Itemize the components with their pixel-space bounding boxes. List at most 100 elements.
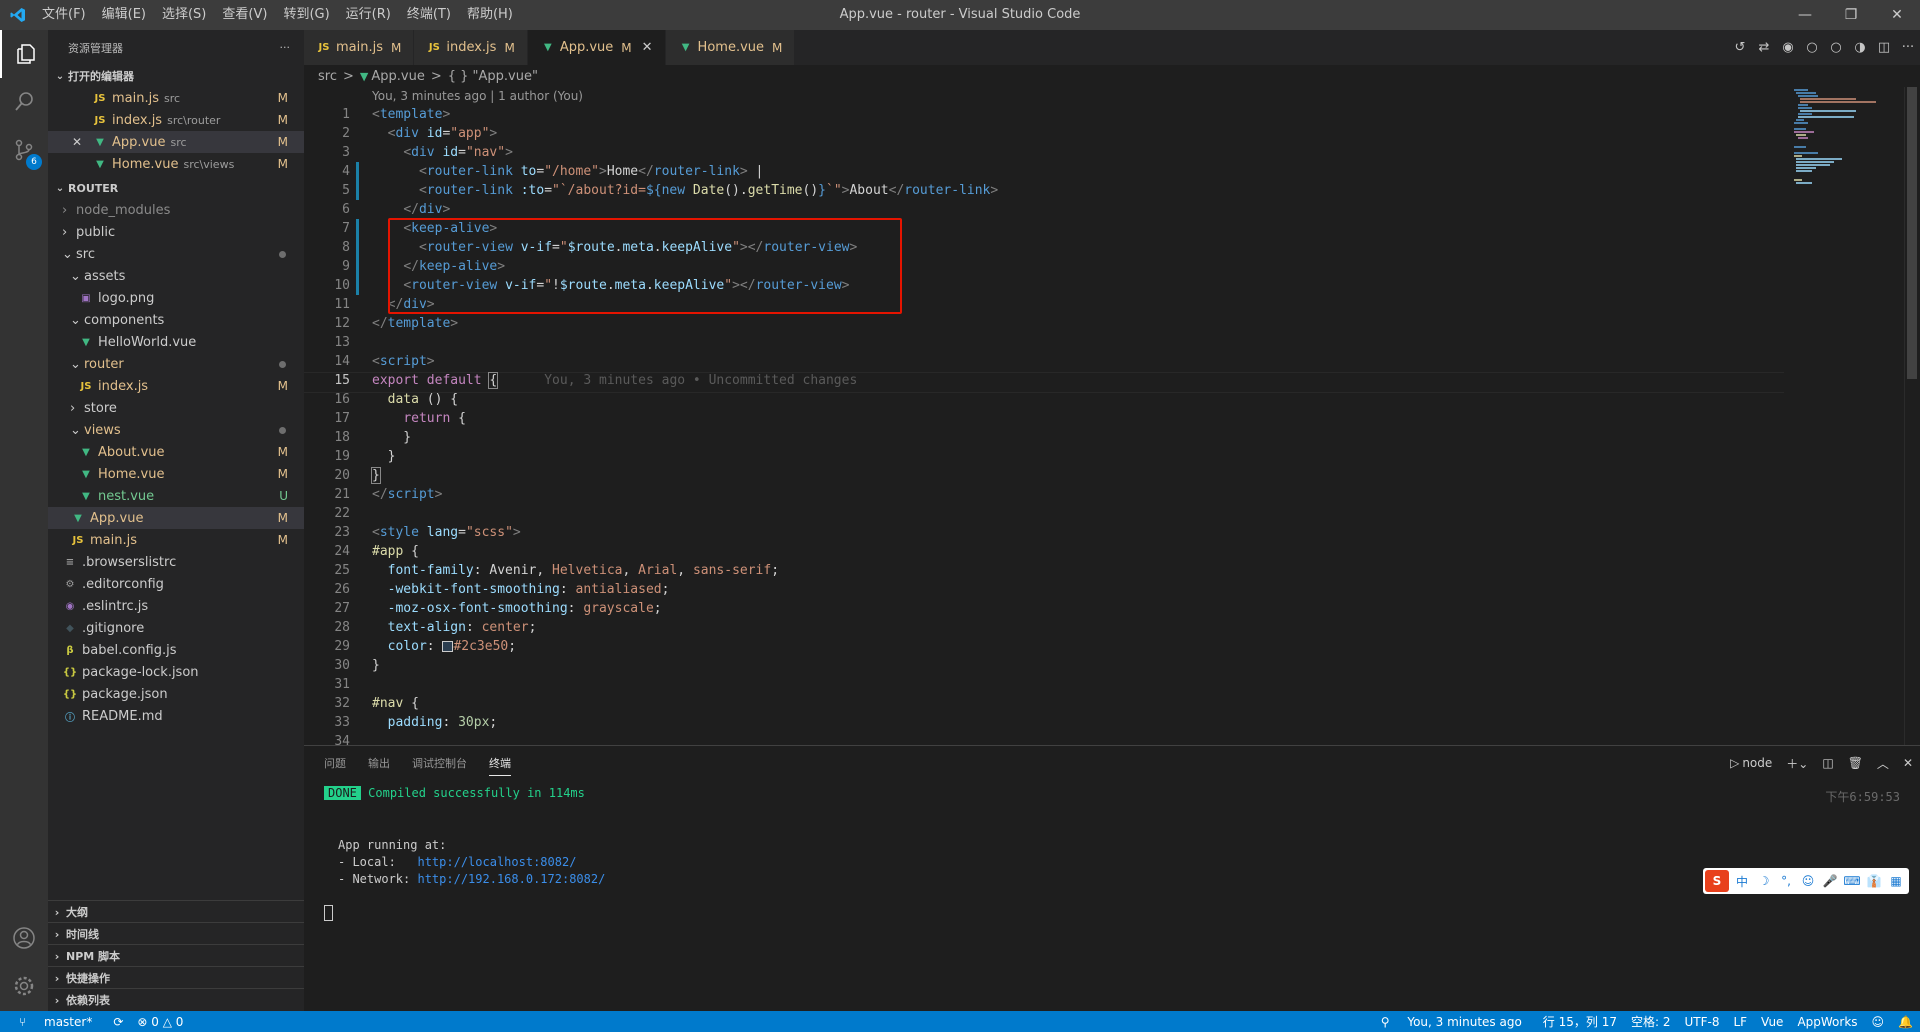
toggle-blame-icon[interactable]: ◑: [1848, 40, 1872, 55]
menu-run[interactable]: 运行(R): [338, 0, 399, 30]
tree-file[interactable]: {} package.json: [48, 683, 304, 705]
ime-halfwidth-icon[interactable]: ☽: [1753, 874, 1775, 888]
tree-file[interactable]: ▼ HelloWorld.vue: [48, 331, 304, 353]
breadcrumb-folder[interactable]: src: [318, 69, 337, 84]
npm-scripts-section[interactable]: › NPM 脚本: [48, 944, 304, 967]
tab-index-js[interactable]: JS index.js M: [414, 30, 528, 65]
language-mode[interactable]: Vue: [1754, 1015, 1790, 1029]
tree-folder[interactable]: › public: [48, 221, 304, 243]
close-tab-icon[interactable]: ✕: [642, 40, 653, 55]
project-header[interactable]: ⌄ ROUTER: [48, 177, 304, 199]
feedback-icon[interactable]: ☺: [1865, 1015, 1892, 1029]
new-terminal-icon[interactable]: ＋⌄: [1786, 755, 1808, 772]
tree-folder[interactable]: ⌄ router: [48, 353, 304, 375]
network-url-link[interactable]: http://192.168.0.172:8082/: [417, 872, 605, 886]
tree-file[interactable]: JS main.js M: [48, 529, 304, 551]
codelens-author[interactable]: You, 3 minutes ago | 1 author (You): [372, 87, 583, 105]
explorer-icon[interactable]: [0, 30, 50, 78]
menu-selection[interactable]: 选择(S): [154, 0, 214, 30]
split-terminal-icon[interactable]: ◫: [1822, 756, 1833, 770]
ime-skin-icon[interactable]: 👔: [1863, 874, 1885, 888]
search-icon[interactable]: [0, 78, 48, 126]
tree-file[interactable]: ◆ .gitignore: [48, 617, 304, 639]
menu-file[interactable]: 文件(F): [34, 0, 94, 30]
tab-output[interactable]: 输出: [368, 751, 390, 775]
restore-icon[interactable]: ❐: [1828, 0, 1874, 30]
terminal-cursor[interactable]: [324, 905, 333, 921]
ime-voice-icon[interactable]: 🎤: [1819, 874, 1841, 888]
menu-view[interactable]: 查看(V): [214, 0, 275, 30]
open-editor-item[interactable]: ✕ ▼ App.vue src M: [48, 131, 304, 153]
notifications-bell-icon[interactable]: 🔔: [1891, 1015, 1920, 1029]
outline-section[interactable]: › 大纲: [48, 900, 304, 923]
terminal-selector[interactable]: node: [1742, 756, 1772, 770]
local-url-link[interactable]: http://localhost:8082/: [417, 855, 576, 869]
ime-mode-icon[interactable]: 中: [1731, 873, 1753, 890]
tab-terminal[interactable]: 终端: [489, 751, 511, 776]
trash-icon[interactable]: 🗑: [1848, 756, 1863, 770]
dependencies-section[interactable]: › 依赖列表: [48, 988, 304, 1011]
close-editor-icon[interactable]: ✕: [72, 135, 92, 149]
cursor-position[interactable]: 行 15，列 17: [1536, 1013, 1624, 1030]
menu-edit[interactable]: 编辑(E): [94, 0, 154, 30]
tree-file[interactable]: ◉ .eslintrc.js: [48, 595, 304, 617]
encoding-status[interactable]: UTF-8: [1677, 1015, 1726, 1029]
tree-folder[interactable]: › store: [48, 397, 304, 419]
ime-toolbox-icon[interactable]: ▦: [1885, 874, 1907, 888]
editor-scrollbar[interactable]: [1904, 87, 1919, 745]
ime-emoji-icon[interactable]: ☺: [1797, 874, 1819, 888]
branch-status[interactable]: ⑂ master*: [0, 1015, 106, 1029]
source-control-icon[interactable]: 6: [0, 126, 48, 174]
tab-main-js[interactable]: JS main.js M: [304, 30, 415, 65]
blame-status[interactable]: ⚲ You, 3 minutes ago: [1367, 1015, 1536, 1029]
timeline-section[interactable]: › 时间线: [48, 922, 304, 945]
minimize-icon[interactable]: —: [1782, 0, 1828, 30]
more-actions-icon[interactable]: ···: [280, 41, 291, 54]
compare-changes-icon[interactable]: ⇄: [1752, 40, 1776, 55]
tree-file[interactable]: ⓘ README.md: [48, 705, 304, 727]
tab-problems[interactable]: 问题: [324, 751, 346, 775]
maximize-panel-icon[interactable]: ︿: [1877, 755, 1889, 772]
tab-app-vue[interactable]: ▼ App.vue M ✕: [527, 30, 666, 65]
tree-file[interactable]: β babel.config.js: [48, 639, 304, 661]
account-icon[interactable]: [0, 914, 48, 962]
history-icon[interactable]: ↺: [1728, 40, 1752, 55]
sync-icon[interactable]: ⟳: [106, 1015, 130, 1029]
color-swatch[interactable]: [442, 641, 454, 652]
tree-file[interactable]: ≡ .browserslistrc: [48, 551, 304, 573]
tab-home-vue[interactable]: ▼ Home.vue M: [665, 30, 796, 65]
ime-toolbar[interactable]: S 中 ☽ °, ☺ 🎤 ⌨ 👔 ▦: [1703, 868, 1909, 894]
code-editor[interactable]: 1 2 3 4 5 6 7 8 9 10 11 12 13 14 15 16 1…: [304, 105, 1904, 745]
more-actions-icon[interactable]: ···: [1896, 40, 1920, 55]
split-editor-icon[interactable]: ◫: [1872, 40, 1896, 55]
tree-folder[interactable]: ⌄ assets: [48, 265, 304, 287]
open-editor-item[interactable]: ▼ Home.vue src\views M: [48, 153, 304, 175]
next-change-icon[interactable]: ○: [1824, 40, 1848, 55]
eol-status[interactable]: LF: [1726, 1015, 1754, 1029]
tree-file[interactable]: ▼ Home.vue M: [48, 463, 304, 485]
tree-file[interactable]: ▼ App.vue M: [48, 507, 304, 529]
settings-gear-icon[interactable]: [0, 962, 48, 1010]
tree-file[interactable]: ▣ logo.png: [48, 287, 304, 309]
appworks-status[interactable]: AppWorks: [1790, 1015, 1864, 1029]
tree-file[interactable]: {} package-lock.json: [48, 661, 304, 683]
tree-file[interactable]: ▼ About.vue M: [48, 441, 304, 463]
close-panel-icon[interactable]: ✕: [1903, 756, 1913, 770]
tree-folder[interactable]: ⌄ views: [48, 419, 304, 441]
breadcrumb-file[interactable]: App.vue: [371, 69, 424, 84]
open-editor-item[interactable]: JS main.js src M: [48, 87, 304, 109]
tree-folder[interactable]: ⌄ src: [48, 243, 304, 265]
minimap[interactable]: [1786, 87, 1904, 745]
ime-keyboard-icon[interactable]: ⌨: [1841, 874, 1863, 888]
scrollbar-thumb[interactable]: [1907, 87, 1917, 379]
go-back-icon[interactable]: ◉: [1776, 40, 1800, 55]
previous-change-icon[interactable]: ○: [1800, 40, 1824, 55]
breadcrumb-symbol[interactable]: { } "App.vue": [448, 69, 538, 84]
tree-folder[interactable]: ⌄ components: [48, 309, 304, 331]
problems-status[interactable]: ⊗ 0 △ 0: [130, 1015, 190, 1029]
close-window-icon[interactable]: ✕: [1874, 0, 1920, 30]
quick-actions-section[interactable]: › 快捷操作: [48, 966, 304, 989]
tree-file[interactable]: JS index.js M: [48, 375, 304, 397]
tab-debug-console[interactable]: 调试控制台: [412, 751, 467, 775]
menu-go[interactable]: 转到(G): [275, 0, 337, 30]
